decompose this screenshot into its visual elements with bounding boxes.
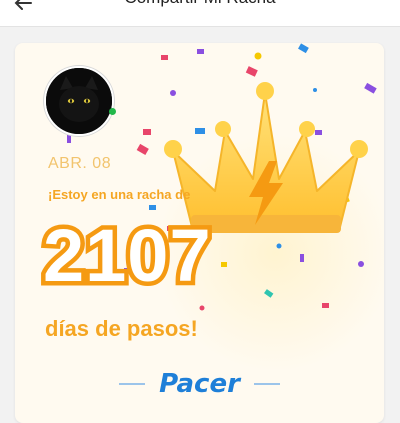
streak-date: ABR. 08 bbox=[48, 155, 112, 172]
confetti-piece bbox=[161, 55, 168, 60]
confetti-piece bbox=[136, 143, 149, 155]
confetti-piece bbox=[197, 49, 204, 54]
confetti-piece bbox=[264, 289, 274, 298]
confetti-piece bbox=[143, 129, 151, 135]
confetti-piece bbox=[149, 205, 156, 210]
streak-intro-text: ¡Estoy en una racha de bbox=[48, 187, 191, 202]
streak-unit-text: días de pasos! bbox=[45, 316, 198, 341]
confetti-piece bbox=[322, 303, 329, 308]
confetti-piece bbox=[221, 262, 227, 267]
online-status-dot bbox=[109, 108, 116, 115]
page-title: Compartir Mi Racha bbox=[0, 0, 400, 8]
avatar[interactable] bbox=[44, 66, 114, 136]
confetti-piece bbox=[358, 261, 364, 267]
cat-avatar-image bbox=[46, 68, 112, 134]
confetti-piece bbox=[276, 243, 282, 249]
top-bar: Compartir Mi Racha bbox=[0, 0, 400, 27]
confetti-piece bbox=[254, 52, 262, 60]
brand-footer: Pacer bbox=[15, 369, 384, 399]
confetti-piece bbox=[298, 43, 309, 54]
brand-logo: Pacer bbox=[159, 369, 240, 399]
confetti-piece bbox=[199, 305, 205, 311]
confetti-piece bbox=[300, 254, 304, 262]
brand-divider-right bbox=[253, 383, 280, 385]
share-card: ABR. 08 ¡Estoy en una racha de 2107 días… bbox=[15, 43, 384, 423]
brand-divider-left bbox=[119, 383, 146, 385]
streak-count: 2107 bbox=[39, 210, 216, 302]
confetti-piece bbox=[245, 66, 258, 77]
